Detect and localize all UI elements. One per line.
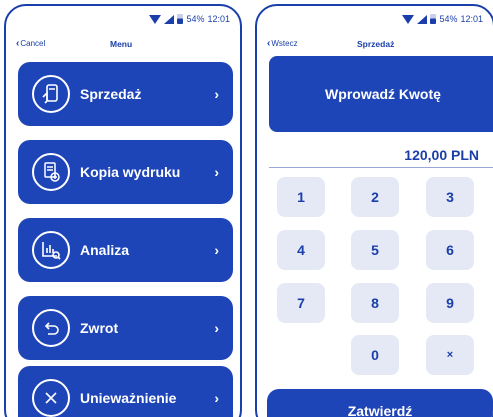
- key-8[interactable]: 8: [351, 283, 399, 323]
- menu-item-kopia-wydruku[interactable]: Kopia wydruku ›: [18, 140, 233, 204]
- status-bar: 54% 12:01: [402, 14, 483, 24]
- menu-item-label: Unieważnienie: [80, 390, 177, 406]
- menu-item-label: Analiza: [80, 242, 130, 258]
- page-title: Sprzedaż: [357, 39, 395, 49]
- phone-payment-icon: [32, 75, 70, 113]
- wifi-icon: [402, 14, 415, 24]
- clock: 12:01: [207, 14, 230, 24]
- return-arrow-icon: [32, 309, 70, 347]
- chevron-right-icon: ›: [214, 242, 219, 258]
- chevron-right-icon: ›: [214, 86, 219, 102]
- key-6[interactable]: 6: [426, 230, 474, 270]
- menu-item-label: Zwrot: [80, 320, 119, 336]
- page-title: Menu: [110, 39, 133, 49]
- menu-item-sprzedaz[interactable]: Sprzedaż ›: [18, 62, 233, 126]
- back-label: Wstecz: [271, 39, 298, 48]
- cancel-x-icon: [32, 379, 70, 417]
- amount-display: 120,00 PLN: [404, 147, 479, 163]
- battery-icon: [430, 14, 437, 24]
- key-1[interactable]: 1: [277, 177, 325, 217]
- key-4[interactable]: 4: [277, 230, 325, 270]
- battery-level: 54%: [186, 14, 205, 24]
- key-2[interactable]: 2: [351, 177, 399, 217]
- nav-bar: ‹ Wstecz Sprzedaż: [257, 38, 493, 52]
- back-button[interactable]: ‹ Wstecz: [267, 37, 298, 49]
- menu-item-zwrot[interactable]: Zwrot ›: [18, 296, 233, 360]
- signal-icon: [164, 14, 175, 24]
- menu-item-label: Kopia wydruku: [80, 164, 181, 180]
- menu-item-analiza[interactable]: Analiza ›: [18, 218, 233, 282]
- cancel-label: Cancel: [20, 39, 46, 48]
- key-5[interactable]: 5: [351, 230, 399, 270]
- key-3[interactable]: 3: [426, 177, 474, 217]
- menu-item-label: Sprzedaż: [80, 86, 142, 102]
- amount-header: Wprowadź Kwotę: [269, 56, 493, 132]
- amount-underline: [269, 167, 493, 168]
- chevron-left-icon: ‹: [267, 37, 271, 49]
- battery-level: 54%: [439, 14, 458, 24]
- menu-item-uniewaznienie[interactable]: Unieważnienie ›: [18, 366, 233, 417]
- wifi-icon: [149, 14, 162, 24]
- status-bar: 54% 12:01: [149, 14, 230, 24]
- chevron-left-icon: ‹: [16, 37, 20, 49]
- clock: 12:01: [460, 14, 483, 24]
- cancel-button[interactable]: ‹ Cancel: [16, 37, 46, 49]
- analytics-icon: [32, 231, 70, 269]
- nav-bar: ‹ Cancel Menu: [6, 38, 240, 52]
- battery-icon: [177, 14, 184, 24]
- confirm-button[interactable]: Zatwierdź: [267, 389, 493, 417]
- chevron-right-icon: ›: [214, 164, 219, 180]
- chevron-right-icon: ›: [214, 390, 219, 406]
- chevron-right-icon: ›: [214, 320, 219, 336]
- key-0[interactable]: 0: [351, 335, 399, 375]
- delete-key[interactable]: ×: [426, 335, 474, 375]
- signal-icon: [417, 14, 428, 24]
- key-7[interactable]: 7: [277, 283, 325, 323]
- phone-sale-screen: 54% 12:01 ‹ Wstecz Sprzedaż Wprowadź Kwo…: [255, 4, 493, 417]
- receipt-copy-icon: [32, 153, 70, 191]
- phone-menu-screen: 54% 12:01 ‹ Cancel Menu Sprzedaż › Kopia…: [4, 4, 242, 417]
- key-9[interactable]: 9: [426, 283, 474, 323]
